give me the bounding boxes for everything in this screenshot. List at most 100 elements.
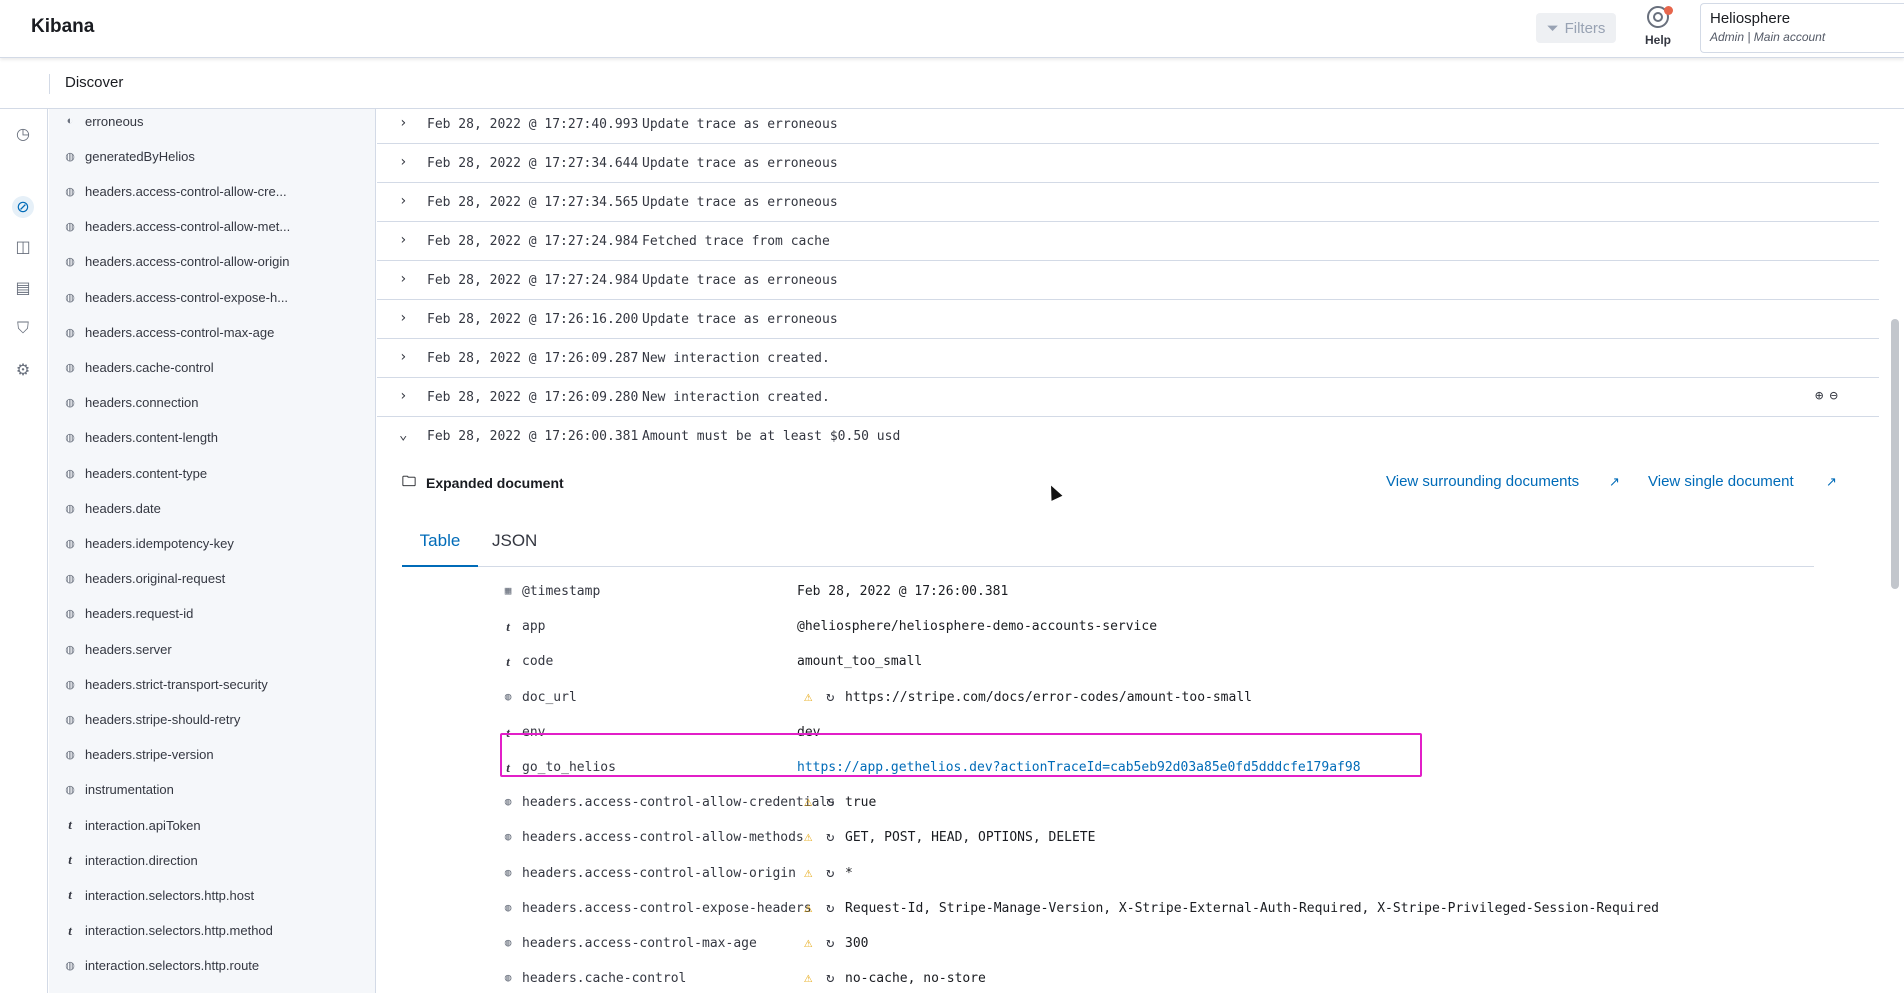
account-switcher[interactable]: Heliosphere Admin | Main account xyxy=(1700,3,1904,53)
field-list-item[interactable]: ◍ headers.stripe-should-retry xyxy=(65,707,240,731)
dashboard-icon[interactable]: ▤ xyxy=(12,277,34,299)
row-message: Update trace as erroneous xyxy=(642,273,838,288)
filters-button[interactable]: ⏷ Filters xyxy=(1536,13,1616,43)
field-name: headers.access-control-expose-h... xyxy=(85,289,289,305)
field-name: headers.strict-transport-security xyxy=(85,676,268,692)
breadcrumb: Discover xyxy=(0,59,1904,109)
row-timestamp: Feb 28, 2022 @ 17:26:16.200 xyxy=(427,312,639,327)
external-link-icon[interactable]: ↗ xyxy=(1826,474,1837,490)
field-list-item[interactable]: ◍ headers.original-request xyxy=(65,567,225,591)
field-list-item[interactable]: ◍ interaction.selectors.http.route xyxy=(65,954,259,978)
field-list-item[interactable]: ◍ headers.content-length xyxy=(65,426,218,450)
field-list-item[interactable]: ◍ headers.access-control-max-age xyxy=(65,320,274,344)
unknown-type-icon: ◍ xyxy=(65,291,75,304)
settings-gear-icon[interactable]: ⚙ xyxy=(12,359,34,381)
help-button[interactable]: Help xyxy=(1640,6,1676,50)
field-list-item[interactable]: ◍ headers.access-control-expose-h... xyxy=(65,285,288,309)
tab-table[interactable]: Table xyxy=(402,531,478,567)
table-row[interactable]: › Feb 28, 2022 @ 17:26:16.200 Update trace… xyxy=(377,300,1879,339)
row-message: New interaction created. xyxy=(642,351,830,366)
field-list-item[interactable]: ◍ headers.idempotency-key xyxy=(65,531,234,555)
string-type-icon: t xyxy=(68,922,72,938)
warning-icon: ⚠ xyxy=(804,829,813,846)
account-role: Admin | Main account xyxy=(1710,30,1826,44)
unknown-type-icon: ◍ xyxy=(504,900,512,914)
field-list-item[interactable]: ◍ headers.cache-control xyxy=(65,355,213,379)
help-label: Help xyxy=(1644,33,1671,47)
visualize-chart-icon[interactable]: ◫ xyxy=(12,236,34,258)
chevron-right-icon[interactable]: › xyxy=(399,233,411,247)
table-row[interactable]: › Feb 28, 2022 @ 17:26:09.287 New interact… xyxy=(377,339,1879,378)
security-shield-icon[interactable]: ⛉ xyxy=(12,318,34,340)
field-list-item[interactable]: ◍ headers.strict-transport-security xyxy=(65,672,268,696)
table-row[interactable]: › Feb 28, 2022 @ 17:27:24.984 Update trace… xyxy=(377,261,1879,300)
unknown-type-icon: ◍ xyxy=(65,643,75,656)
chevron-right-icon[interactable]: › xyxy=(399,350,411,364)
view-surrounding-documents-link[interactable]: View surrounding documents xyxy=(1386,473,1579,490)
string-type-icon: t xyxy=(68,817,72,832)
chevron-right-icon[interactable]: › xyxy=(399,389,411,403)
field-value: 300 xyxy=(845,936,869,951)
chevron-down-icon[interactable]: ⌄ xyxy=(399,428,411,442)
document-field-row: ▦ @timestamp Feb 28, 2022 @ 17:26:00.381 xyxy=(502,578,1879,606)
field-list-item[interactable]: t interaction.selectors.http.method xyxy=(65,919,273,943)
field-list-item[interactable]: ◍ headers.request-id xyxy=(65,602,193,626)
unknown-type-icon: ◍ xyxy=(65,256,75,269)
field-list-item[interactable]: t interaction.selectors.http.host xyxy=(65,883,254,907)
unknown-type-icon: ◍ xyxy=(504,936,512,949)
chevron-right-icon[interactable]: › xyxy=(399,311,411,325)
chevron-right-icon[interactable]: › xyxy=(399,116,411,130)
unknown-type-icon: ◍ xyxy=(65,573,75,586)
scrollbar[interactable] xyxy=(1886,109,1904,993)
field-name: headers.content-type xyxy=(85,465,208,481)
field-value: no-cache, no-store xyxy=(845,971,986,987)
field-list-item[interactable]: ◍ headers.date xyxy=(65,496,161,520)
field-list-item[interactable]: ◍ headers.content-type xyxy=(65,461,207,485)
field-list-item[interactable]: ◍ headers.connection xyxy=(65,391,198,415)
field-list-item[interactable]: t interaction.apiToken xyxy=(65,813,200,837)
field-list-item[interactable]: ◍ headers.server xyxy=(65,637,172,661)
chevron-right-icon[interactable]: › xyxy=(399,155,411,169)
field-value: GET, POST, HEAD, OPTIONS, DELETE xyxy=(845,830,1096,846)
chevron-right-icon[interactable]: › xyxy=(399,194,411,208)
field-list-item[interactable]: ◍ generatedByHelios xyxy=(65,144,195,168)
row-message: Fetched trace from cache xyxy=(642,234,830,249)
table-row[interactable]: › Feb 28, 2022 @ 17:27:34.644 Update trace… xyxy=(377,144,1879,183)
discover-compass-icon[interactable]: ⊘ xyxy=(12,196,34,218)
table-row[interactable]: › Feb 28, 2022 @ 17:26:09.280 New interact… xyxy=(377,378,1879,417)
breadcrumb-divider xyxy=(49,74,50,94)
history-icon[interactable]: ◷ xyxy=(12,123,34,145)
string-type-icon: t xyxy=(506,654,510,670)
table-row[interactable]: › Feb 28, 2022 @ 17:27:34.565 Update trace… xyxy=(377,183,1879,222)
filters-label: Filters xyxy=(1564,19,1606,37)
field-list-item[interactable]: ◍ headers.access-control-allow-met... xyxy=(65,215,290,239)
kibana-logo[interactable]: Kibana xyxy=(31,16,94,38)
field-list-item[interactable]: t interaction.direction xyxy=(65,848,198,872)
table-row[interactable]: › Feb 28, 2022 @ 17:27:40.993 Update trace… xyxy=(377,109,1879,144)
scrollbar-thumb[interactable] xyxy=(1891,319,1899,589)
tab-json[interactable]: JSON xyxy=(492,531,537,565)
unknown-type-icon: ◍ xyxy=(65,678,75,691)
unknown-type-icon: ◍ xyxy=(65,221,75,234)
page-title[interactable]: Discover xyxy=(65,74,123,91)
field-value: @heliosphere/heliosphere-demo-accounts-s… xyxy=(797,619,1158,635)
field-name: generatedByHelios xyxy=(85,148,195,164)
expanded-document-heading: 🗀 Expanded document xyxy=(402,471,564,495)
field-list-item[interactable]: ◐ erroneous xyxy=(65,109,144,133)
view-single-document-link[interactable]: View single document xyxy=(1648,473,1794,490)
field-list-item[interactable]: ◍ instrumentation xyxy=(65,778,174,802)
field-list-item[interactable]: ◍ headers.access-control-allow-origin xyxy=(65,250,289,274)
table-row[interactable]: ⌄ Feb 28, 2022 @ 17:26:00.381 Amount must … xyxy=(377,417,1879,456)
chevron-right-icon[interactable]: › xyxy=(399,272,411,286)
external-link-icon[interactable]: ↗ xyxy=(1609,474,1620,490)
table-row[interactable]: › Feb 28, 2022 @ 17:27:24.984 Fetched trac… xyxy=(377,222,1879,261)
zoom-out-icon[interactable]: ⊖ xyxy=(1829,388,1837,404)
field-list-item[interactable]: ◍ headers.access-control-allow-cre... xyxy=(65,179,286,203)
row-timestamp: Feb 28, 2022 @ 17:26:00.381 xyxy=(427,429,639,444)
field-key: headers.access-control-allow-credentials xyxy=(522,795,836,811)
row-message: Update trace as erroneous xyxy=(642,156,838,171)
unknown-type-icon: ◍ xyxy=(504,830,512,844)
warning-icon: ⚠ xyxy=(804,935,813,951)
zoom-in-icon[interactable]: ⊕ xyxy=(1815,388,1823,404)
field-list-item[interactable]: ◍ headers.stripe-version xyxy=(65,743,213,767)
